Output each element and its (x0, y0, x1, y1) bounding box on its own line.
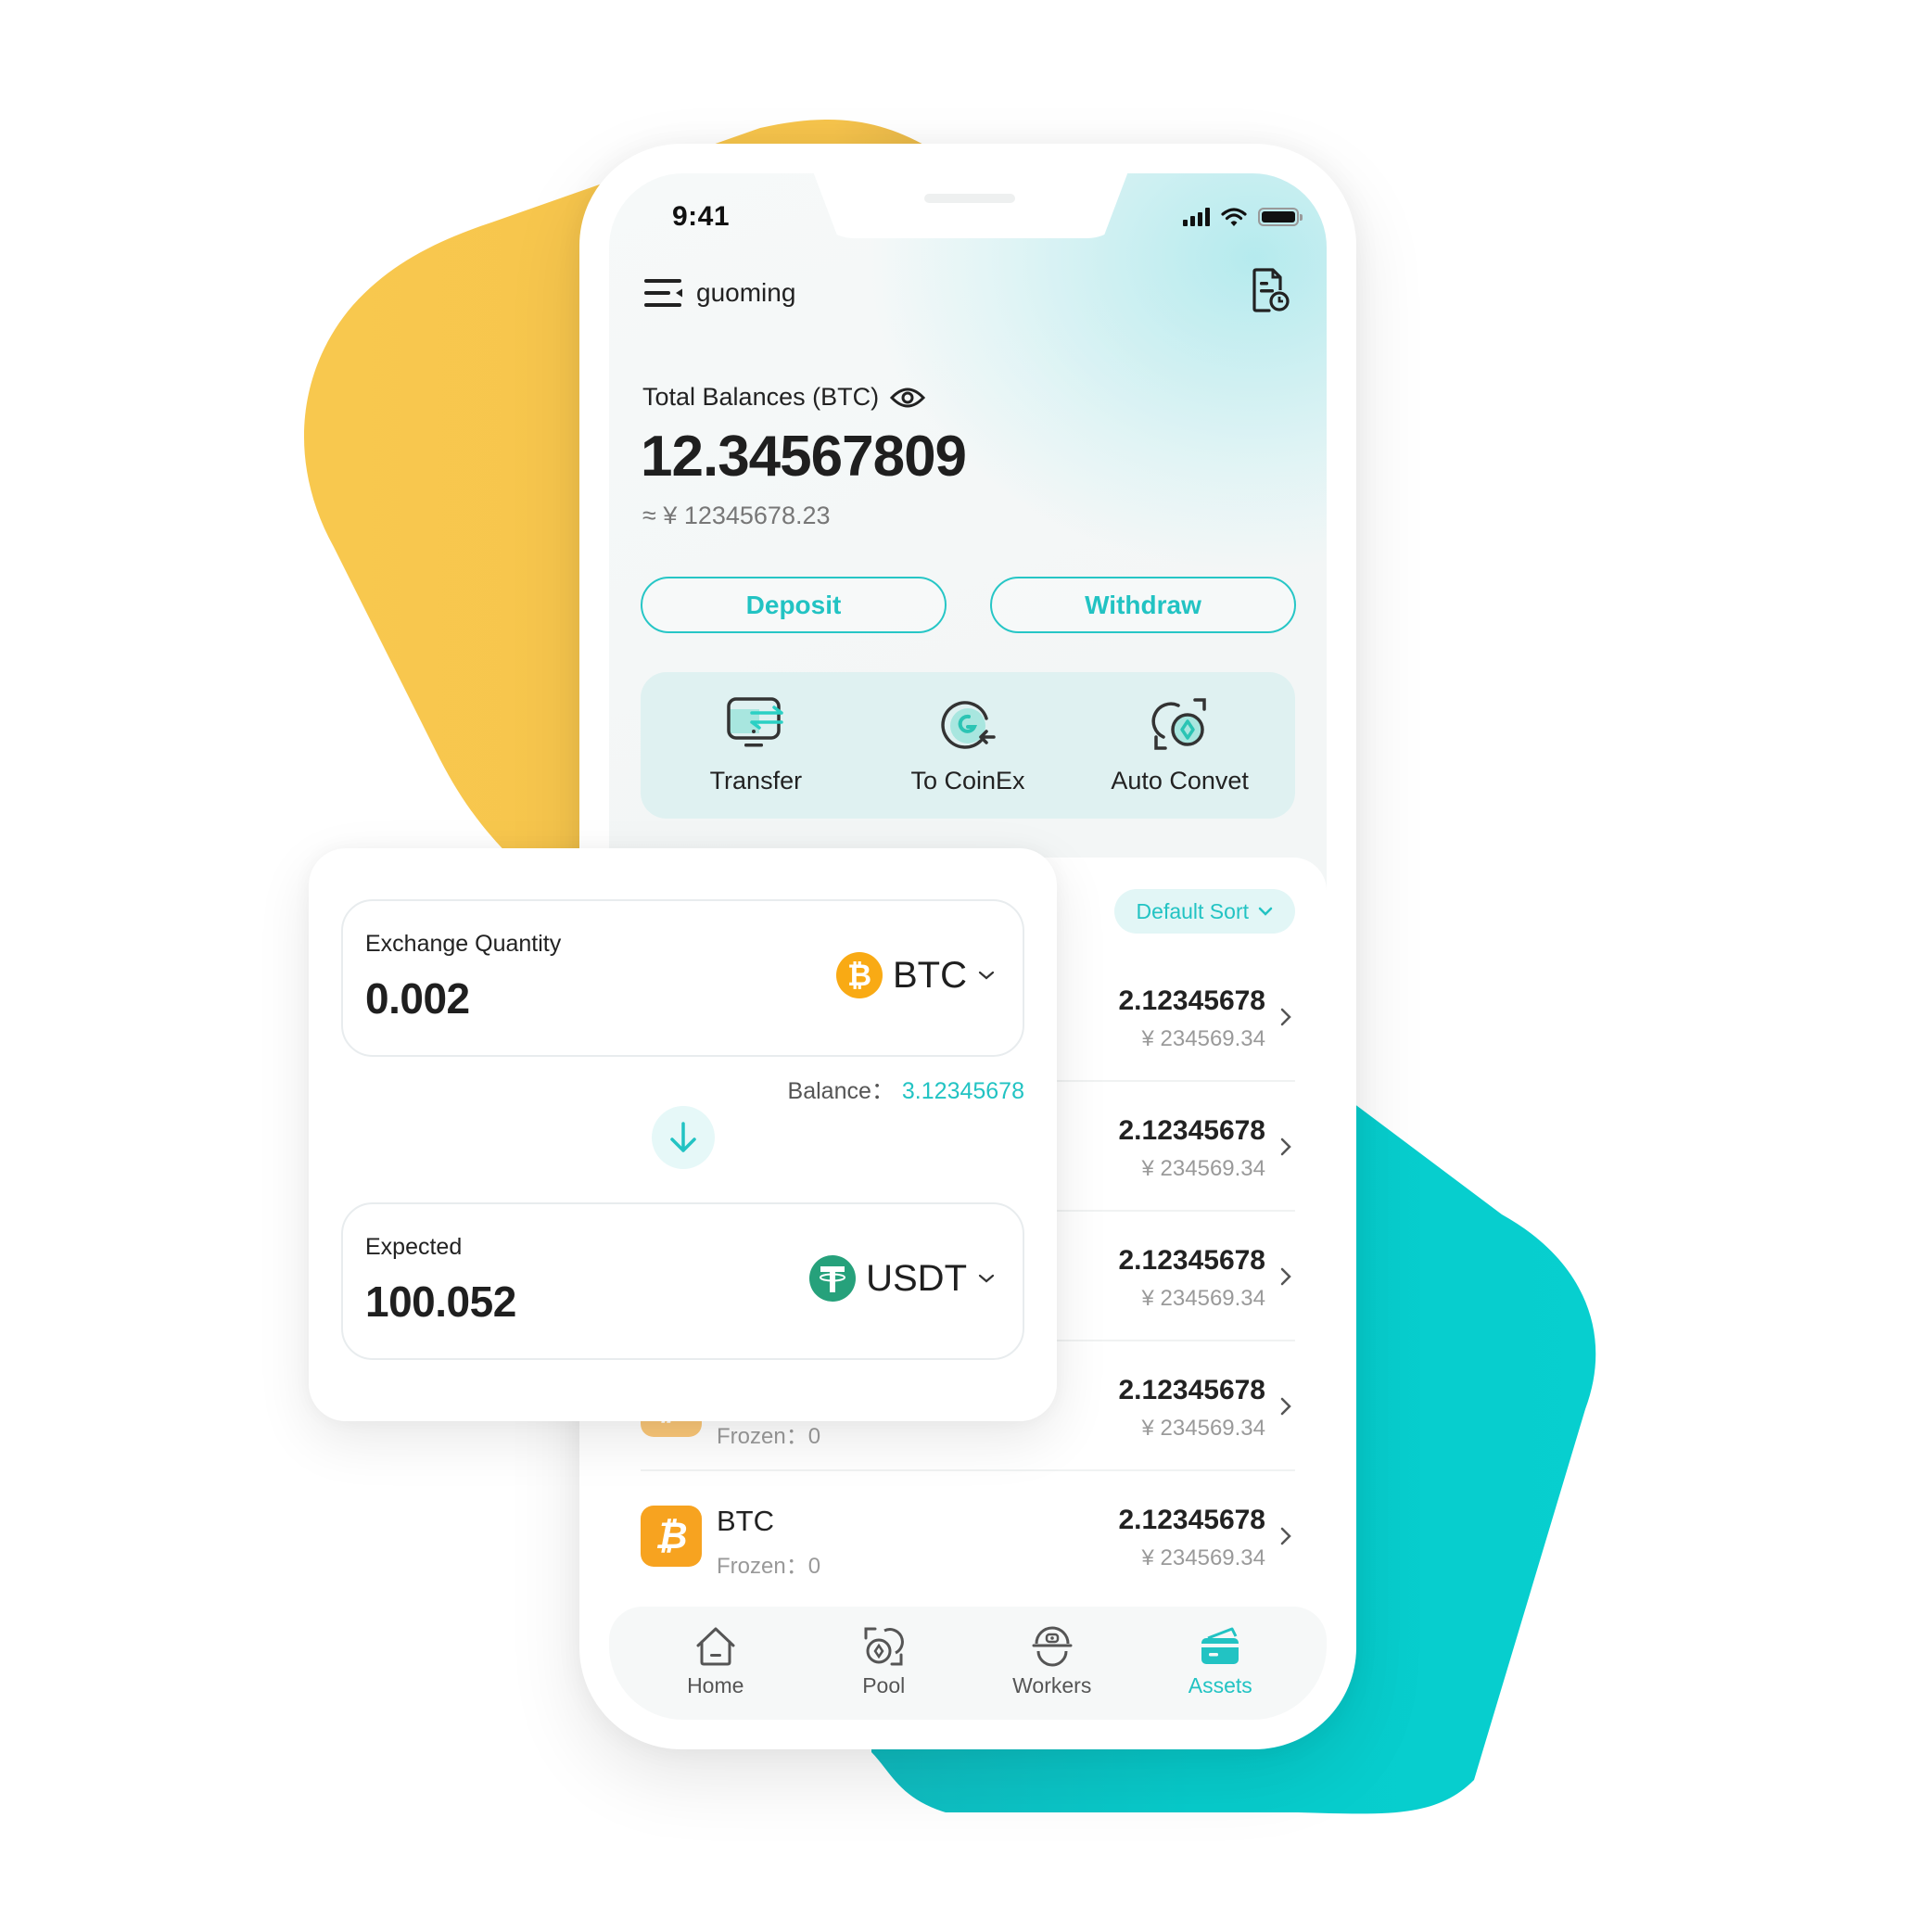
total-balance-value: 12.34567809 (641, 425, 967, 489)
asset-fiat: ¥ 234569.34 (1141, 1416, 1265, 1441)
exchange-quantity-value[interactable]: 0.002 (365, 973, 470, 1023)
shortcut-auto-convert[interactable]: Auto Convet (1087, 696, 1273, 795)
tab-label: Pool (862, 1673, 906, 1697)
asset-frozen: Frozen：0 (717, 1554, 821, 1579)
shortcut-to-coinex[interactable]: To CoinEx (875, 696, 1061, 795)
wifi-icon (1221, 208, 1247, 226)
expected-value: 100.052 (365, 1277, 516, 1326)
expected-field[interactable]: Expected 100.052 USDT (341, 1202, 1024, 1360)
home-icon (696, 1627, 735, 1666)
signal-icon (1183, 208, 1210, 226)
total-balance-label: Total Balances (BTC) (642, 383, 926, 412)
chevron-right-icon (1280, 1008, 1291, 1026)
tab-label: Assets (1188, 1673, 1252, 1697)
shortcut-label: To CoinEx (910, 766, 1025, 794)
asset-amount: 2.12345678 (1118, 1375, 1266, 1405)
asset-fiat: ¥ 234569.34 (1141, 1156, 1265, 1181)
chevron-right-icon (1280, 1527, 1291, 1545)
asset-name: BTC (717, 1505, 774, 1537)
balance-label: Balance： (787, 1078, 895, 1104)
asset-amount: 2.12345678 (1118, 985, 1266, 1016)
default-sort-dropdown[interactable]: Default Sort (1113, 889, 1295, 934)
exchange-balance: Balance： 3.12345678 (788, 1073, 1024, 1106)
total-balance-fiat: ≈ ¥ 12345678.23 (642, 502, 831, 529)
chevron-down-icon (978, 971, 995, 980)
workers-icon (1032, 1626, 1073, 1667)
battery-icon (1258, 208, 1303, 226)
tab-label: Home (687, 1673, 744, 1697)
transfer-icon (727, 696, 784, 746)
deposit-button[interactable]: Deposit (641, 577, 947, 633)
chevron-right-icon (1280, 1138, 1291, 1156)
shortcuts-panel: Transfer To CoinEx Auto Convet (641, 672, 1295, 819)
menu-icon[interactable] (644, 277, 683, 309)
pool-icon (864, 1627, 905, 1666)
sort-label: Default Sort (1136, 898, 1249, 923)
tab-workers[interactable]: Workers (978, 1607, 1126, 1720)
btc-coin-icon: ₿ (836, 952, 883, 998)
app-header: guoming (644, 277, 795, 309)
to-coin-name: USDT (866, 1257, 967, 1299)
chevron-down-icon (978, 1274, 995, 1283)
tab-pool[interactable]: Pool (809, 1607, 958, 1720)
asset-row[interactable]: ₿ BTC Frozen：0 2.12345678 ¥ 234569.34 (641, 1471, 1295, 1601)
arrow-down-icon (670, 1122, 696, 1152)
tab-assets[interactable]: Assets (1146, 1607, 1294, 1720)
exchange-quantity-field[interactable]: Exchange Quantity 0.002 ₿ BTC (341, 899, 1024, 1057)
to-coin-selector[interactable]: USDT (808, 1254, 997, 1303)
balance-value: 3.12345678 (901, 1078, 1024, 1104)
swap-direction-button[interactable] (652, 1106, 715, 1169)
shortcut-label: Auto Convet (1111, 766, 1249, 794)
usdt-coin-icon (809, 1255, 857, 1302)
chevron-right-icon (1280, 1397, 1291, 1416)
from-coin-name: BTC (893, 954, 967, 996)
coinex-icon (941, 700, 996, 749)
username[interactable]: guoming (696, 278, 795, 308)
chevron-down-icon (1258, 907, 1273, 916)
asset-frozen: Frozen：0 (717, 1424, 821, 1449)
status-icons (1183, 207, 1303, 227)
chevron-right-icon (1280, 1267, 1291, 1286)
from-coin-selector[interactable]: ₿ BTC (835, 951, 997, 999)
asset-fiat: ¥ 234569.34 (1141, 1545, 1265, 1570)
expected-label: Expected (365, 1234, 463, 1260)
assets-icon (1201, 1627, 1239, 1664)
asset-amount: 2.12345678 (1118, 1245, 1266, 1276)
asset-fiat: ¥ 234569.34 (1141, 1286, 1265, 1311)
svg-text:₿: ₿ (847, 958, 871, 993)
total-balance-label-text: Total Balances (BTC) (642, 383, 880, 411)
speaker-slot (924, 194, 1015, 203)
shortcut-label: Transfer (709, 766, 803, 794)
notch (813, 173, 1128, 238)
withdraw-button[interactable]: Withdraw (990, 577, 1296, 633)
bottom-tab-bar: Home Pool Workers Assets (609, 1607, 1327, 1720)
tab-label: Workers (1012, 1673, 1092, 1697)
record-icon[interactable] (1251, 268, 1290, 312)
asset-fiat: ¥ 234569.34 (1141, 1026, 1265, 1051)
btc-coin-icon: ₿ (641, 1506, 702, 1567)
asset-amount: 2.12345678 (1118, 1505, 1266, 1535)
tab-home[interactable]: Home (642, 1607, 790, 1720)
eye-icon[interactable] (890, 387, 926, 409)
auto-convert-icon (1151, 697, 1206, 750)
exchange-card: Exchange Quantity 0.002 ₿ BTC Balance： 3.… (309, 848, 1057, 1421)
exchange-quantity-label: Exchange Quantity (365, 931, 562, 957)
asset-amount: 2.12345678 (1118, 1115, 1266, 1146)
status-time: 9:41 (672, 201, 731, 232)
shortcut-transfer[interactable]: Transfer (663, 696, 848, 795)
